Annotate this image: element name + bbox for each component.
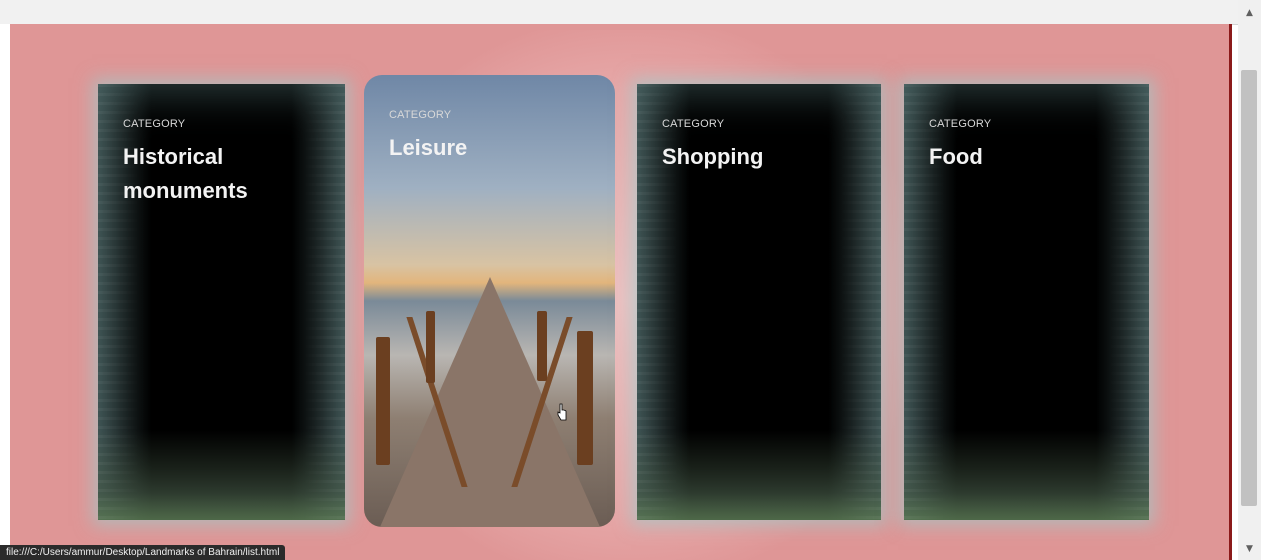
card-title: Historical monuments	[123, 144, 248, 203]
card-category-label: CATEGORY	[929, 118, 992, 130]
pier-post	[426, 311, 435, 383]
scroll-up-arrow-icon[interactable]: ▲	[1238, 4, 1261, 22]
card-title: Shopping	[662, 144, 764, 169]
pier-post	[537, 311, 547, 381]
card-title: Leisure	[389, 135, 468, 160]
category-card-historical-monuments[interactable]: CATEGORY Historical monuments	[98, 84, 345, 520]
pier-post	[577, 331, 593, 465]
pier-post	[376, 337, 390, 465]
card-category-label: CATEGORY	[662, 118, 725, 130]
scrollbar-thumb[interactable]	[1241, 70, 1257, 506]
category-card-shopping[interactable]: CATEGORY Shopping	[637, 84, 881, 520]
card-category-label: CATEGORY	[123, 118, 186, 130]
left-margin	[0, 24, 10, 560]
page-right-border	[1229, 24, 1232, 560]
vertical-scrollbar[interactable]: ▲ ▼	[1238, 0, 1261, 560]
card-title: Food	[929, 144, 983, 169]
hand-pointer-icon	[557, 403, 567, 421]
status-bar-url: file:///C:/Users/ammur/Desktop/Landmarks…	[0, 545, 286, 560]
page-viewport: CATEGORY Historical monuments CATEGORY L…	[10, 24, 1230, 560]
browser-top-bar	[0, 0, 1240, 25]
category-card-food[interactable]: CATEGORY Food	[904, 84, 1149, 520]
card-category-label: CATEGORY	[389, 109, 452, 121]
pier-walkway	[379, 277, 600, 527]
scroll-down-arrow-icon[interactable]: ▼	[1238, 540, 1261, 558]
category-card-leisure[interactable]: CATEGORY Leisure	[364, 75, 615, 527]
